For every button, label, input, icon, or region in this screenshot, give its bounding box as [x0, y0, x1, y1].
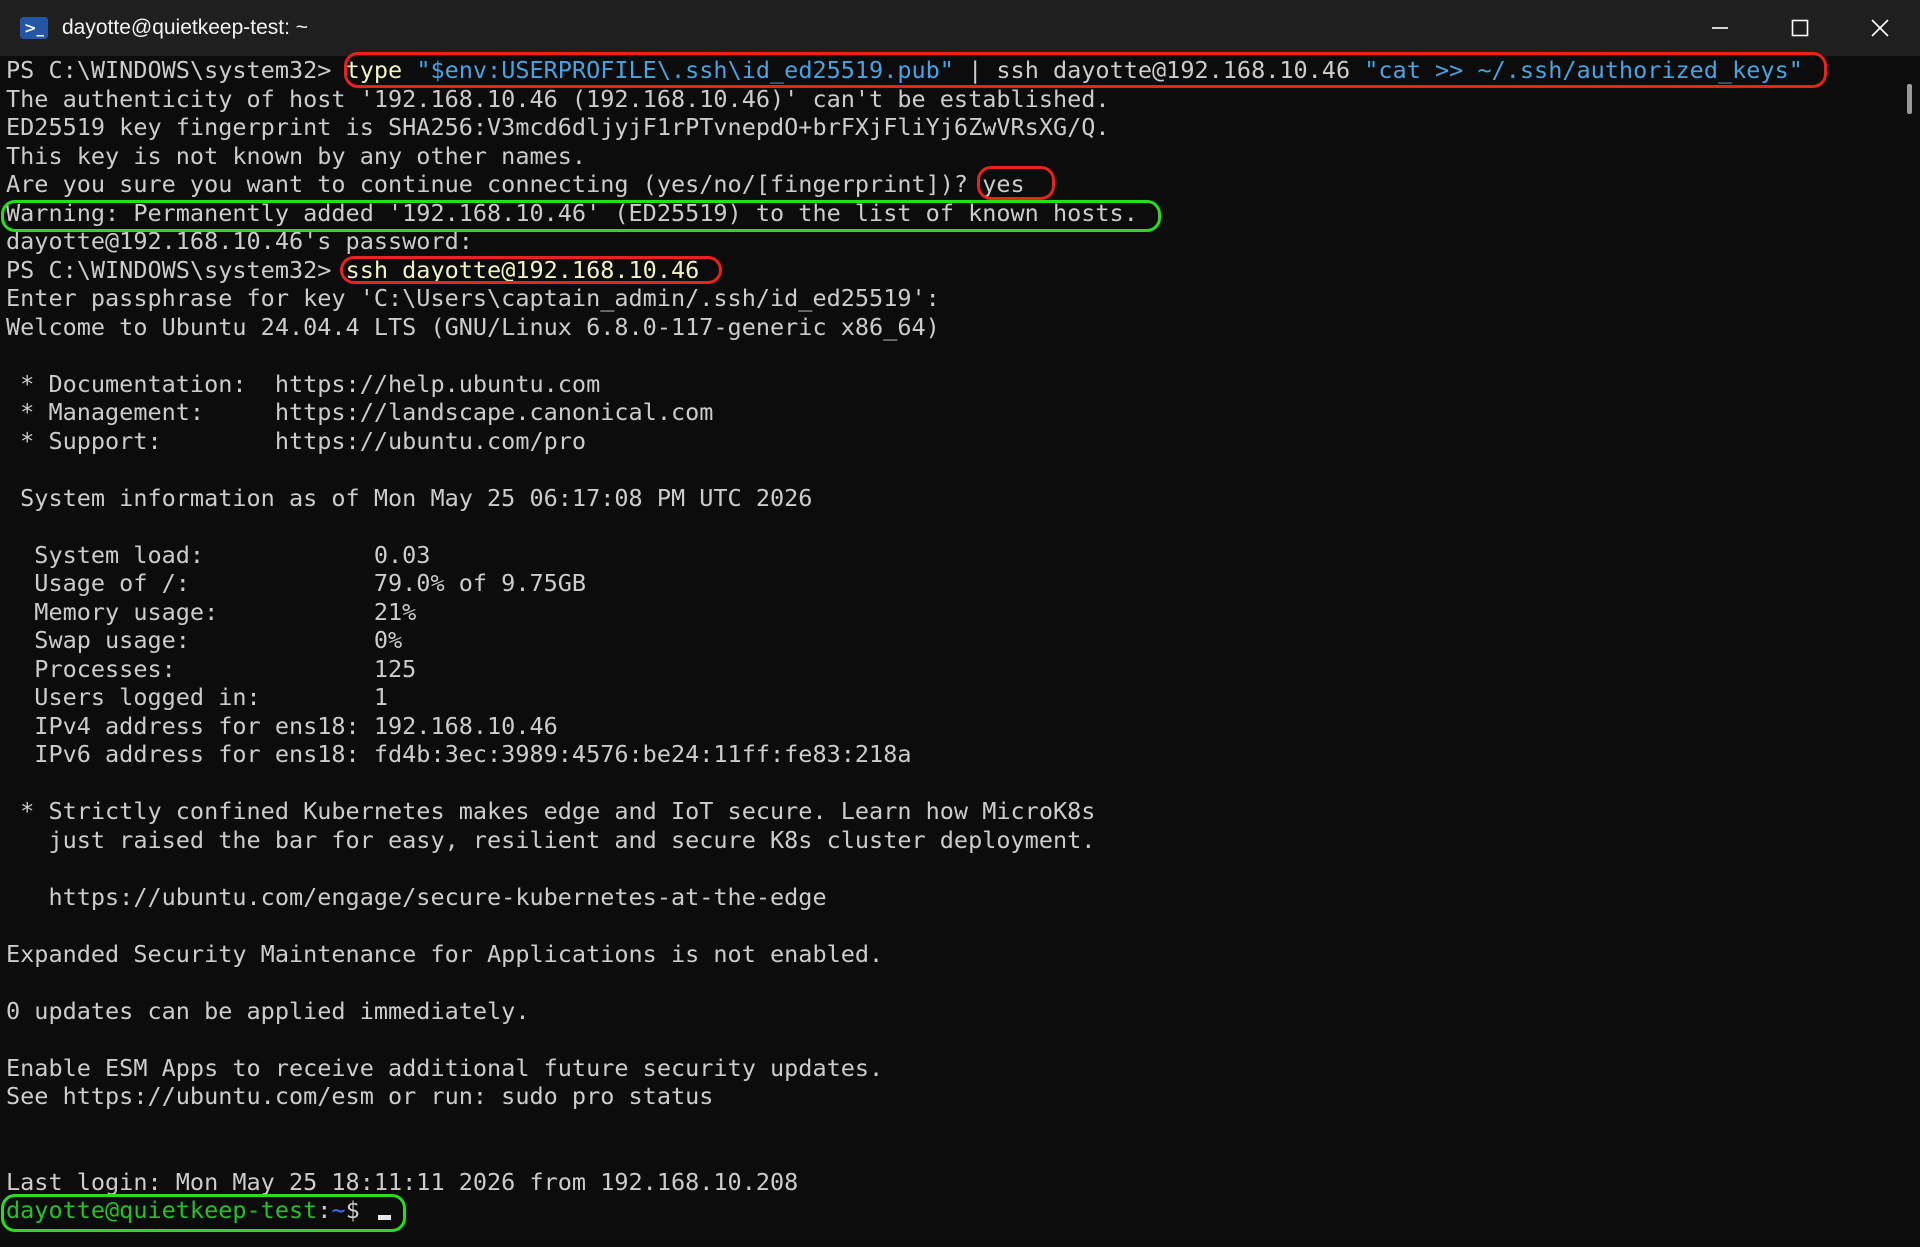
maximize-icon — [1791, 19, 1809, 37]
passphrase-prompt-line: Enter passphrase for key 'C:\Users\capta… — [6, 284, 940, 312]
highlight-type-command — [344, 52, 1827, 88]
mgmt-link-line: * Management: https://landscape.canonica… — [6, 398, 714, 426]
ps-prompt: PS C:\WINDOWS\system32> — [6, 255, 346, 284]
sysinfo-line: IPv6 address for ens18: fd4b:3ec:3989:45… — [6, 740, 912, 768]
doc-link-line: * Documentation: https://help.ubuntu.com — [6, 369, 601, 398]
sysinfo-line: Memory usage: 21% — [6, 597, 417, 626]
unknown-key-line: This key is not known by any other names… — [6, 141, 587, 170]
ps-prompt: PS C:\WINDOWS\system32> — [6, 56, 346, 84]
close-button[interactable] — [1840, 0, 1920, 56]
sysinfo-line: Processes: 125 — [6, 654, 417, 683]
sysinfo-line: System load: 0.03 — [6, 540, 431, 569]
k8s-line-1: * Strictly confined Kubernetes makes edg… — [6, 797, 1096, 825]
highlight-final-prompt — [1, 1194, 406, 1232]
powershell-icon: >_ — [20, 17, 48, 39]
continue-prompt-line: Are you sure you want to continue connec… — [6, 170, 1886, 199]
sysinfo-line: Swap usage: 0% — [6, 626, 403, 654]
k8s-line-2: just raised the bar for easy, resilient … — [6, 825, 1096, 854]
maximize-button[interactable] — [1760, 0, 1840, 56]
sysinfo-line: IPv4 address for ens18: 192.168.10.46 — [6, 711, 558, 740]
minimize-button[interactable] — [1680, 0, 1760, 56]
window-title: dayotte@quietkeep-test: ~ — [62, 16, 309, 39]
terminal-window: >_ dayotte@quietkeep-test: ~ PS C:\WINDO… — [0, 0, 1920, 1247]
fingerprint-line: ED25519 key fingerprint is SHA256:V3mcd6… — [6, 113, 1110, 141]
auth-line: The authenticity of host '192.168.10.46 … — [6, 84, 1110, 113]
minimize-icon — [1712, 27, 1728, 29]
highlight-yes-answer — [977, 166, 1055, 200]
scrollbar-thumb[interactable] — [1907, 84, 1912, 114]
esm-enable-line: Enable ESM Apps to receive additional fu… — [6, 1053, 884, 1082]
welcome-line: Welcome to Ubuntu 24.04.4 LTS (GNU/Linux… — [6, 312, 940, 341]
last-login-line: Last login: Mon May 25 18:11:11 2026 fro… — [6, 1167, 799, 1196]
highlight-warning-line — [1, 200, 1161, 232]
updates-line: 0 updates can be applied immediately. — [6, 996, 530, 1025]
k8s-url-line: https://ubuntu.com/engage/secure-kuberne… — [6, 882, 827, 911]
sysinfo-line: Usage of /: 79.0% of 9.75GB — [6, 569, 587, 597]
sysinfo-line: Users logged in: 1 — [6, 683, 389, 711]
sysinfo-header: System information as of Mon May 25 06:1… — [6, 483, 813, 512]
window-controls — [1680, 0, 1920, 56]
command-line-2: PS C:\WINDOWS\system32> ssh dayotte@192.… — [6, 256, 1886, 285]
support-link-line: * Support: https://ubuntu.com/pro — [6, 426, 587, 455]
highlight-ssh-command — [340, 256, 722, 284]
close-icon — [1871, 19, 1889, 37]
esm-see-line: See https://ubuntu.com/esm or run: sudo … — [6, 1082, 714, 1110]
continue-prompt: Are you sure you want to continue connec… — [6, 170, 983, 198]
title-bar[interactable]: >_ dayotte@quietkeep-test: ~ — [0, 0, 1920, 56]
esm-line: Expanded Security Maintenance for Applic… — [6, 939, 884, 968]
